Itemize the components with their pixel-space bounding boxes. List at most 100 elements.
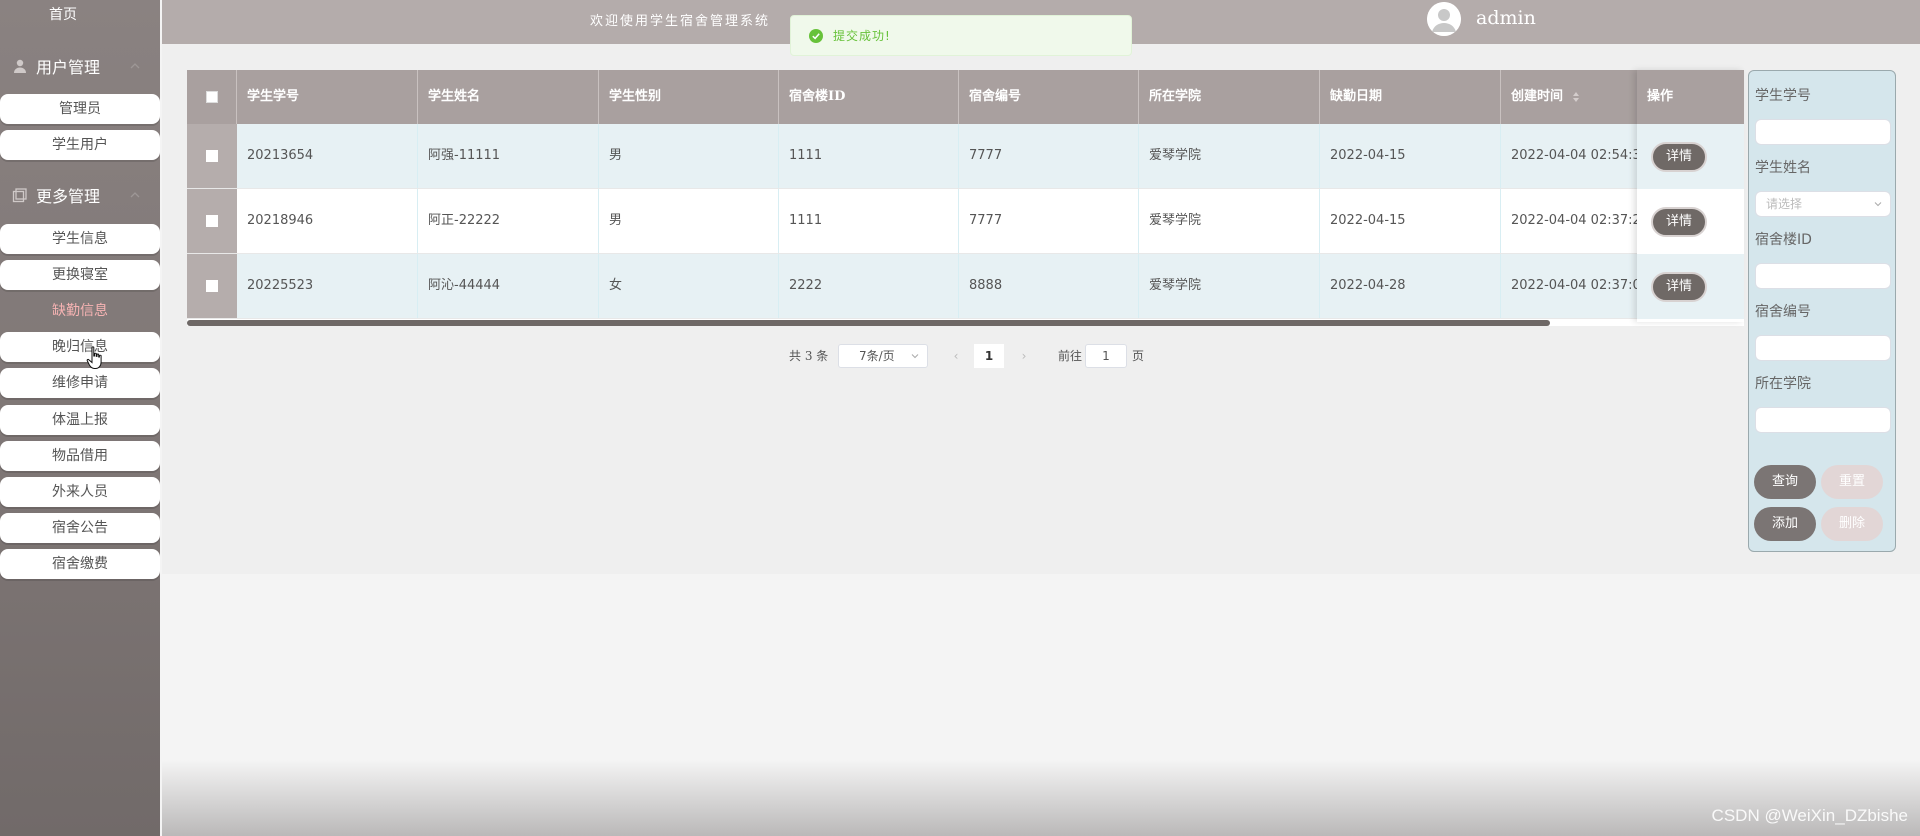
row-checkbox[interactable]	[206, 150, 218, 162]
horizontal-scrollbar[interactable]	[187, 320, 1550, 326]
sidebar-item-repair-request[interactable]: 维修申请	[0, 368, 160, 398]
sidebar-item-item-borrow[interactable]: 物品借用	[0, 441, 160, 471]
reset-button[interactable]: 重置	[1821, 465, 1883, 499]
select-all-cell	[187, 70, 237, 124]
chevron-up-icon	[130, 63, 140, 69]
username-label[interactable]: admin	[1476, 7, 1536, 29]
search-input-student-id[interactable]	[1755, 119, 1891, 145]
sidebar-section-more-management[interactable]: 更多管理	[0, 177, 160, 213]
operation-cell: 详情	[1637, 124, 1744, 189]
goto-label: 前往	[1058, 349, 1083, 363]
cell-student-name: 阿正-22222	[418, 189, 599, 253]
sidebar-item-dorm-notice[interactable]: 宿舍公告	[0, 513, 160, 543]
row-checkbox[interactable]	[206, 280, 218, 292]
cell-room-number: 7777	[959, 124, 1139, 188]
sidebar-item-change-room[interactable]: 更换寝室	[0, 260, 160, 290]
detail-button[interactable]: 详情	[1651, 207, 1707, 237]
search-input-room-number[interactable]	[1755, 335, 1891, 361]
column-header-absence-date[interactable]: 缺勤日期	[1320, 70, 1501, 124]
sidebar-item-absence-info[interactable]: 缺勤信息	[0, 296, 160, 326]
user-icon	[14, 59, 26, 73]
sidebar-home-link[interactable]: 首页	[0, 2, 126, 28]
search-input-building-id[interactable]	[1755, 263, 1891, 289]
sidebar: 首页 用户管理 管理员 学生用户 更多管理 学生信息 更换寝室 缺勤信息 晚归信…	[0, 0, 160, 836]
column-header-college[interactable]: 所在学院	[1139, 70, 1320, 124]
row-select-cell	[187, 254, 237, 318]
operation-cell: 详情	[1637, 189, 1744, 254]
cell-college: 爱琴学院	[1139, 254, 1320, 318]
operation-column: 操作 详情 详情 详情	[1637, 70, 1744, 322]
search-input-college[interactable]	[1755, 407, 1891, 433]
row-checkbox[interactable]	[206, 215, 218, 227]
cell-student-id: 20218946	[237, 189, 418, 253]
sidebar-item-visitors[interactable]: 外来人员	[0, 477, 160, 507]
prev-page-button[interactable]: ‹	[946, 344, 966, 368]
cell-student-name: 阿强-11111	[418, 124, 599, 188]
next-page-button[interactable]: ›	[1014, 344, 1034, 368]
user-avatar-icon	[1427, 2, 1461, 36]
sidebar-section-title: 用户管理	[36, 58, 101, 77]
operation-cell: 详情	[1637, 254, 1744, 319]
cell-gender: 男	[599, 124, 779, 188]
detail-button[interactable]: 详情	[1651, 272, 1707, 302]
table-row: 20213654 阿强-11111 男 1111 7777 爱琴学院 2022-…	[187, 124, 1744, 189]
search-select-student-name[interactable]: 请选择	[1755, 191, 1891, 217]
select-placeholder: 请选择	[1766, 197, 1803, 211]
detail-button[interactable]: 详情	[1651, 142, 1707, 172]
table-row: 20225523 阿沁-44444 女 2222 8888 爱琴学院 2022-…	[187, 254, 1744, 319]
column-header-gender[interactable]: 学生性别	[599, 70, 779, 124]
sidebar-section-title: 更多管理	[36, 187, 101, 206]
cell-absence-date: 2022-04-15	[1320, 124, 1501, 188]
page-number-current[interactable]: 1	[974, 344, 1004, 368]
search-label-student-name: 学生姓名	[1755, 160, 1811, 176]
copy-icon	[12, 188, 27, 203]
sidebar-item-temperature-report[interactable]: 体温上报	[0, 405, 160, 435]
sidebar-item-admin[interactable]: 管理员	[0, 94, 160, 124]
select-all-checkbox[interactable]	[205, 91, 218, 103]
add-button[interactable]: 添加	[1754, 507, 1816, 541]
pagination-total: 共 3 条	[789, 349, 829, 363]
data-table: 学生学号 学生姓名 学生性别 宿舍楼ID 宿舍编号 所在学院 缺勤日期 创建时间…	[187, 70, 1744, 326]
cell-college: 爱琴学院	[1139, 189, 1320, 253]
page-suffix-label: 页	[1132, 349, 1145, 363]
cell-building-id: 1111	[779, 189, 959, 253]
sidebar-section-user-management[interactable]: 用户管理	[0, 48, 160, 84]
bottom-fade	[162, 760, 1920, 836]
success-toast: 提交成功!	[790, 15, 1132, 56]
column-header-room-number[interactable]: 宿舍编号	[959, 70, 1139, 124]
cell-room-number: 8888	[959, 254, 1139, 318]
search-label-room-number: 宿舍编号	[1755, 304, 1811, 320]
toast-message: 提交成功!	[833, 29, 891, 43]
sidebar-item-dorm-payment[interactable]: 宿舍缴费	[0, 549, 160, 579]
cell-building-id: 1111	[779, 124, 959, 188]
table-row: 20218946 阿正-22222 男 1111 7777 爱琴学院 2022-…	[187, 189, 1744, 254]
search-label-college: 所在学院	[1755, 376, 1811, 392]
column-header-student-name[interactable]: 学生姓名	[418, 70, 599, 124]
search-label-student-id: 学生学号	[1755, 88, 1811, 104]
goto-page-input[interactable]: 1	[1085, 344, 1127, 368]
chevron-up-icon	[130, 192, 140, 198]
avatar[interactable]	[1427, 2, 1461, 36]
chevron-down-icon	[911, 354, 919, 359]
delete-button[interactable]: 删除	[1821, 507, 1883, 541]
welcome-text: 欢迎使用学生宿舍管理系统	[590, 14, 771, 29]
cell-college: 爱琴学院	[1139, 124, 1320, 188]
cell-student-name: 阿沁-44444	[418, 254, 599, 318]
cell-absence-date: 2022-04-28	[1320, 254, 1501, 318]
query-button[interactable]: 查询	[1754, 465, 1816, 499]
sidebar-item-late-return[interactable]: 晚归信息	[0, 332, 160, 362]
cell-gender: 男	[599, 189, 779, 253]
sort-icon[interactable]	[1572, 91, 1580, 103]
watermark-text: CSDN @WeiXin_DZbishe	[1711, 806, 1908, 825]
page-size-select[interactable]: 7条/页	[838, 344, 928, 368]
column-header-building-id[interactable]: 宿舍楼ID	[779, 70, 959, 124]
cell-student-id: 20213654	[237, 124, 418, 188]
search-panel: 学生学号 学生姓名 请选择 宿舍楼ID 宿舍编号 所在学院 查询 重置 添加 删…	[1748, 70, 1896, 552]
check-circle-icon	[809, 28, 823, 43]
sidebar-item-student-info[interactable]: 学生信息	[0, 224, 160, 254]
column-header-student-id[interactable]: 学生学号	[237, 70, 418, 124]
cell-building-id: 2222	[779, 254, 959, 318]
column-header-label: 创建时间	[1511, 89, 1564, 104]
cell-gender: 女	[599, 254, 779, 318]
sidebar-item-student-user[interactable]: 学生用户	[0, 130, 160, 160]
